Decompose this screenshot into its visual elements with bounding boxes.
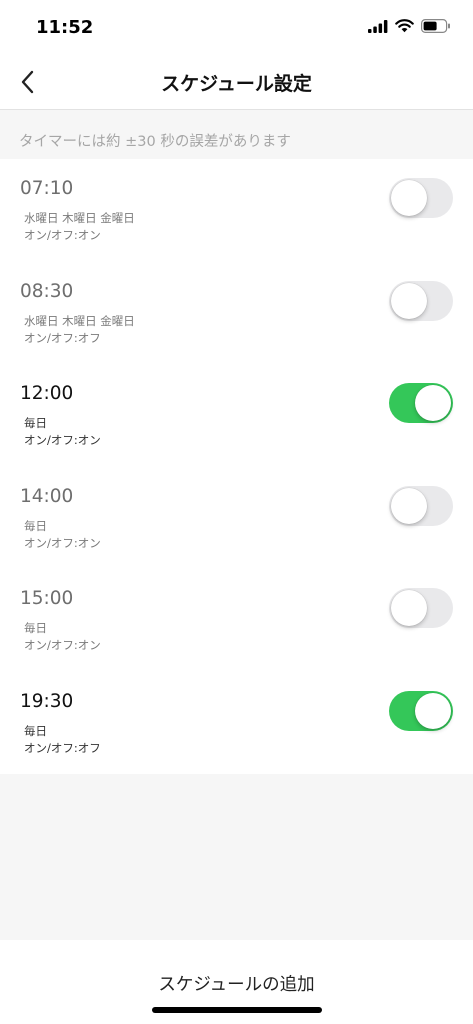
schedule-row[interactable]: 19:30 毎日オン/オフ:オフ <box>0 672 473 775</box>
toggle-knob <box>415 692 451 729</box>
schedule-time: 19:30 <box>20 690 74 712</box>
schedule-days: 水曜日 木曜日 金曜日 <box>24 313 135 328</box>
toggle-knob <box>391 282 427 319</box>
schedule-toggle[interactable] <box>389 485 453 526</box>
cellular-signal-icon <box>368 19 388 33</box>
schedule-row[interactable]: 07:10 水曜日 木曜日 金曜日 オン/オフ:オン <box>0 159 473 262</box>
home-indicator <box>152 1007 322 1013</box>
schedule-days: 水曜日 木曜日 金曜日 <box>24 211 135 225</box>
schedule-action: オン/オフ:オン <box>24 433 101 447</box>
schedule-days: 毎日 <box>24 416 47 430</box>
schedule-toggle[interactable] <box>389 178 453 218</box>
schedule-days: 毎日 <box>24 518 47 533</box>
bottom-bar: スケジュールの追加 <box>0 940 473 1024</box>
schedule-action: オン/オフ:オン <box>24 535 101 550</box>
schedule-action: オン/オフ:オン <box>24 638 101 652</box>
schedule-action: オン/オフ:オフ <box>24 740 101 755</box>
schedule-time: 08:30 <box>20 280 74 302</box>
toggle-knob <box>391 487 427 524</box>
schedule-action: オン/オフ:オフ <box>24 330 101 345</box>
status-bar: 11:52 <box>0 0 473 56</box>
schedule-row[interactable]: 15:00 毎日オン/オフ:オン <box>0 569 473 672</box>
battery-icon <box>421 19 450 33</box>
schedule-toggle[interactable] <box>389 383 453 423</box>
schedule-days: 毎日 <box>24 621 47 635</box>
timer-accuracy-notice: タイマーには約 ±30 秒の誤差があります <box>19 134 291 150</box>
schedule-toggle[interactable] <box>389 280 453 321</box>
add-schedule-button[interactable]: スケジュールの追加 <box>0 971 473 996</box>
schedule-time: 14:00 <box>20 485 74 507</box>
schedule-list: 07:10 水曜日 木曜日 金曜日 オン/オフ:オン 08:30 水曜日 木曜日 金曜日… <box>0 159 473 774</box>
nav-bar: スケジュール設定 <box>0 56 473 110</box>
schedule-time: 15:00 <box>20 588 74 609</box>
toggle-knob <box>391 180 427 216</box>
schedule-row[interactable]: 14:00 毎日オン/オフ:オン <box>0 467 473 570</box>
schedule-action: オン/オフ:オン <box>24 228 101 242</box>
schedule-toggle[interactable] <box>389 690 453 731</box>
schedule-time: 07:10 <box>20 178 74 199</box>
wifi-icon <box>395 19 414 33</box>
status-time: 11:52 <box>36 17 94 38</box>
schedule-time: 12:00 <box>20 383 74 404</box>
schedule-days: 毎日 <box>24 723 47 738</box>
schedule-row[interactable]: 12:00 毎日オン/オフ:オン <box>0 364 473 467</box>
schedule-row[interactable]: 08:30 水曜日 木曜日 金曜日 オン/オフ:オフ <box>0 262 473 365</box>
page-title: スケジュール設定 <box>161 73 312 95</box>
schedule-toggle[interactable] <box>389 588 453 628</box>
toggle-knob <box>391 590 427 626</box>
status-icons <box>368 19 451 33</box>
toggle-knob <box>415 385 451 421</box>
